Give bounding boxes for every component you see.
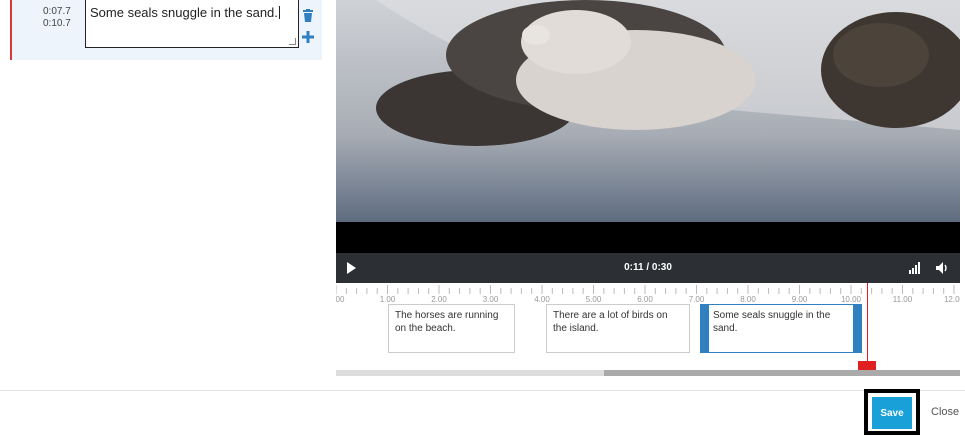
- timeline-clip[interactable]: The horses are running on the beach.: [388, 304, 515, 353]
- ruler-tick-label: 1.00: [379, 295, 396, 304]
- ruler-tick-label: 10.00: [840, 295, 862, 304]
- clip-left-handle[interactable]: [701, 305, 709, 352]
- caption-timeline[interactable]: 00 1.00 2.00 3.00 4.00 5.00 6.00 7.00 8.00 9.00 10…: [336, 283, 960, 379]
- caption-text-value: Some seals snuggle in the sand.: [90, 5, 278, 20]
- save-button[interactable]: Save: [872, 397, 912, 429]
- caption-end-time: 0:10.7: [43, 18, 71, 29]
- timeline-scrollbar-thumb[interactable]: [336, 370, 604, 376]
- caption-times: 0:07.7 0:10.7: [43, 6, 71, 30]
- player-controls: 0:11 / 0:30: [336, 253, 960, 283]
- ruler-tick-label: 6.00: [637, 295, 653, 304]
- clip-right-handle[interactable]: [853, 305, 861, 352]
- playhead-handle[interactable]: [858, 361, 876, 370]
- video-image: [336, 0, 960, 253]
- close-link[interactable]: Close: [931, 406, 959, 418]
- trash-icon[interactable]: [303, 9, 313, 22]
- ruler-tick-label: 4.00: [534, 295, 550, 304]
- timeline-clip[interactable]: There are a lot of birds on the island.: [546, 304, 690, 353]
- clip-text: The horses are running on the beach.: [395, 310, 499, 334]
- plus-icon[interactable]: [302, 31, 314, 43]
- caption-start-time: 0:07.7: [43, 6, 71, 17]
- time-display: 0:11 / 0:30: [624, 262, 672, 273]
- timeline-scrollbar[interactable]: [336, 370, 960, 376]
- clip-text: There are a lot of birds on the island.: [553, 310, 668, 334]
- ruler-tick-label: 7.00: [688, 295, 705, 304]
- ruler-tick-label: 5.00: [585, 295, 602, 304]
- ruler-tick-label: 12.00: [943, 295, 960, 304]
- ruler-tick-label: 9.00: [791, 295, 808, 304]
- signal-bars-icon[interactable]: [909, 262, 921, 274]
- footer-divider: [0, 390, 965, 391]
- volume-icon[interactable]: [935, 261, 949, 275]
- timeline-clip-active[interactable]: Some seals snuggle in the sand.: [700, 304, 862, 353]
- resize-grip-icon[interactable]: [289, 38, 296, 45]
- caption-row[interactable]: 0:07.7 0:10.7 Some seals snuggle in the …: [10, 0, 322, 60]
- playhead[interactable]: [867, 283, 868, 367]
- ruler-tick-label: 11.00: [892, 295, 913, 304]
- ruler-tick-label: 8.00: [740, 295, 756, 304]
- ruler-tick-label: 3.00: [482, 295, 499, 304]
- ruler-tick-label: 00: [336, 295, 345, 304]
- caption-text-input[interactable]: Some seals snuggle in the sand.: [85, 0, 299, 48]
- active-row-marker: [10, 0, 12, 60]
- video-frame[interactable]: [336, 0, 960, 253]
- clip-text: Some seals snuggle in the sand.: [713, 310, 831, 334]
- text-cursor: [278, 6, 280, 19]
- play-icon[interactable]: [347, 262, 356, 274]
- ruler-tick-label: 2.00: [431, 295, 447, 304]
